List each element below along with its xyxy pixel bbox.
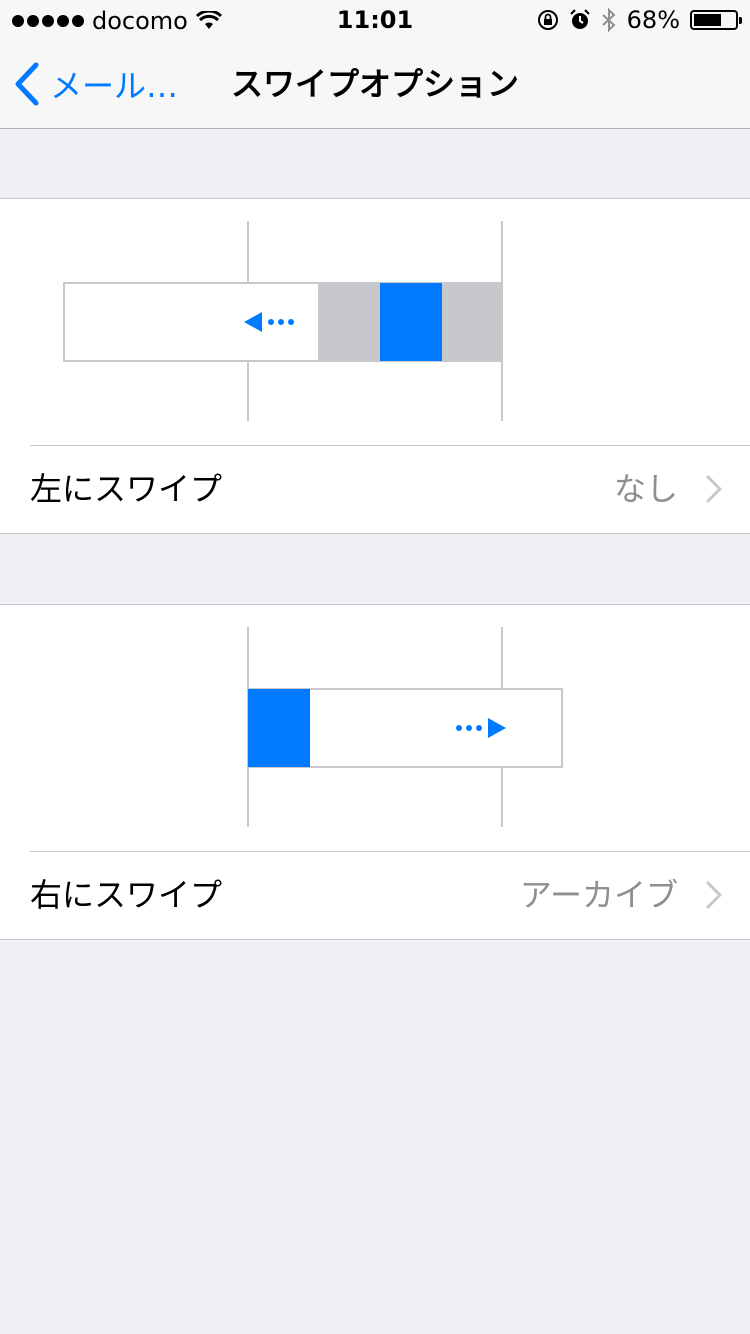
swipe-left-value: なし [613,470,678,508]
swipe-right-row[interactable]: 右にスワイプ アーカイブ [0,851,750,939]
battery-icon [690,10,742,30]
swipe-left-illustration [63,221,503,421]
swipe-right-value: アーカイブ [519,876,678,914]
swipe-right-section: 右にスワイプ アーカイブ [0,604,750,940]
swipe-left-section: 左にスワイプ なし [0,198,750,534]
page-title: スワイプオプション [230,65,519,103]
chevron-right-icon [706,881,722,909]
status-right: 68% [537,6,742,34]
swipe-right-illustration [247,627,563,827]
alarm-icon [569,9,590,29]
rotation-lock-icon [537,10,558,30]
bluetooth-icon [601,8,616,32]
battery-level [694,14,721,26]
swipe-left-row[interactable]: 左にスワイプ なし [0,445,750,533]
chevron-right-icon [706,475,722,503]
swipe-left-label: 左にスワイプ [30,470,223,508]
swipe-right-label: 右にスワイプ [30,876,223,914]
status-bar: docomo 11:01 68% [0,0,750,40]
battery-percent: 68% [626,6,680,34]
navigation-bar: メール… スワイプオプション [0,40,750,129]
